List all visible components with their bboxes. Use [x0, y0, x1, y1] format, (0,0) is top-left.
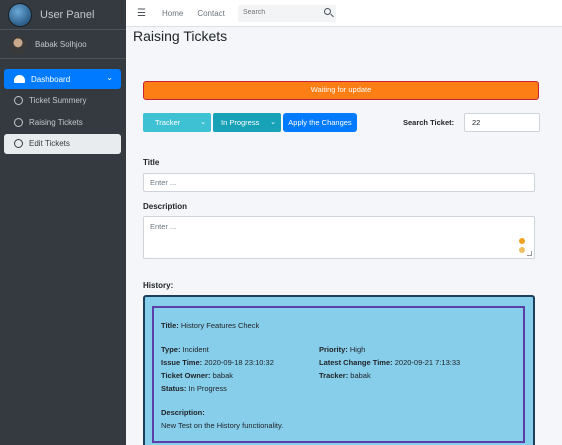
topbar: ☰ Home Contact: [126, 0, 562, 27]
page-title: Raising Tickets: [133, 28, 228, 44]
sidebar-item-raising-tickets[interactable]: Raising Tickets: [4, 112, 121, 132]
history-owner: Ticket Owner: babak: [161, 371, 233, 380]
user-name: Babak Solhjoo: [35, 40, 87, 49]
status-select[interactable]: In Progress ⌄: [213, 113, 281, 132]
history-issue-time: Issue Time: 2020-09-18 23:10:32: [161, 358, 274, 367]
history-label: History:: [143, 281, 174, 290]
dashboard-icon: [14, 75, 25, 83]
history-description: New Test on the History functionality.: [161, 421, 284, 430]
search-icon[interactable]: [324, 8, 331, 15]
sidebar-item-label: Ticket Summery: [29, 96, 87, 105]
sidebar-item-ticket-summery[interactable]: Ticket Summery: [4, 91, 121, 111]
sidebar-item-label: Dashboard: [31, 74, 71, 84]
nav-link-home[interactable]: Home: [162, 9, 183, 18]
grammar-check-icon[interactable]: [519, 238, 525, 244]
sidebar: User Panel Babak Solhjoo Dashboard ⌄ Tic…: [0, 0, 126, 445]
search-input[interactable]: [243, 9, 323, 16]
apply-changes-button[interactable]: Apply the Changes: [283, 113, 357, 132]
grammar-check-icon[interactable]: [519, 247, 525, 253]
brand-logo: [9, 3, 31, 26]
avatar: [9, 35, 27, 54]
history-description-label: Description:: [161, 408, 205, 417]
title-field[interactable]: Enter ...: [143, 173, 535, 192]
top-search: [238, 5, 336, 22]
chevron-down-icon: ⌄: [270, 119, 276, 126]
circle-icon: [14, 117, 23, 127]
brand[interactable]: User Panel: [0, 0, 126, 30]
history-type: Type: Incident: [161, 345, 209, 354]
history-title: Title: History Features Check: [161, 321, 260, 330]
history-status: Status: In Progress: [161, 384, 227, 393]
search-ticket-label: Search Ticket:: [403, 118, 455, 127]
circle-icon: [14, 139, 23, 148]
chevron-down-icon: ⌄: [106, 73, 113, 82]
type-select[interactable]: Tracker ⌄: [143, 113, 211, 132]
description-placeholder: Enter ...: [150, 222, 177, 231]
chevron-down-icon: ⌄: [200, 119, 206, 126]
sidebar-nav: Dashboard ⌄ Ticket Summery Raising Ticke…: [4, 69, 121, 155]
hamburger-icon[interactable]: ☰: [137, 8, 146, 19]
type-select-value: Tracker: [155, 118, 181, 127]
sidebar-item-edit-tickets[interactable]: Edit Tickets: [4, 133, 121, 154]
user-panel[interactable]: Babak Solhjoo: [0, 31, 126, 59]
description-label: Description: [143, 202, 188, 211]
status-select-value: In Progress: [221, 118, 260, 127]
search-ticket-input[interactable]: 22: [464, 113, 540, 132]
nav-link-contact[interactable]: Contact: [197, 9, 225, 18]
circle-icon: [14, 96, 23, 105]
sidebar-item-label: Raising Tickets: [29, 117, 83, 127]
history-tracker: Tracker: babak: [319, 371, 371, 380]
brand-title: User Panel: [40, 8, 95, 21]
resize-handle-icon[interactable]: [527, 251, 532, 256]
sidebar-item-label: Edit Tickets: [29, 139, 70, 148]
title-label: Title: [143, 158, 160, 167]
description-field[interactable]: Enter ...: [143, 216, 535, 259]
history-latest-change: Latest Change Time: 2020-09-21 7:13:33: [319, 358, 461, 367]
history-priority: Priority: High: [319, 345, 366, 354]
sidebar-item-dashboard[interactable]: Dashboard ⌄: [4, 69, 121, 89]
status-alert: Waiting for update: [143, 81, 539, 100]
